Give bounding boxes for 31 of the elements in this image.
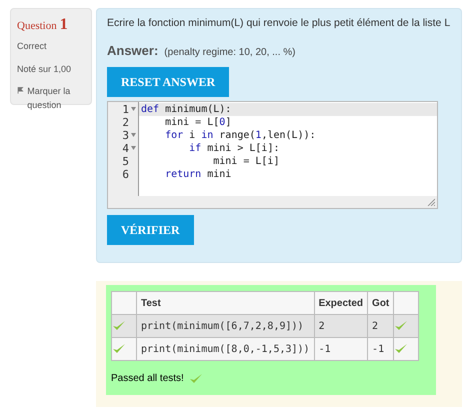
column-header: Test	[136, 292, 314, 314]
line-number: 1	[122, 102, 129, 116]
code-line: def minimum(L):	[140, 102, 232, 116]
code-line: if mini > L[i]:	[188, 142, 280, 154]
expected-cell: -1	[314, 338, 368, 360]
line-number: 3	[122, 128, 129, 142]
code-line: mini = L[i]	[212, 154, 280, 168]
question-number: 1	[60, 15, 68, 35]
fold-arrow-icon[interactable]	[130, 133, 136, 137]
penalty-text: (penalty regime: 10, 20, ... %)	[164, 46, 296, 60]
line-number: 5	[122, 154, 129, 168]
test-cell: print(minimum([8,0,-1,5,3]))	[136, 338, 314, 360]
code-line: mini = L[0]	[164, 116, 232, 128]
line-number: 2	[122, 116, 129, 128]
answer-label: Answer:	[107, 42, 158, 60]
code-line: for i in range(1,len(L)):	[164, 128, 316, 142]
resize-handle-icon[interactable]	[427, 198, 435, 206]
question-label: Question	[17, 19, 57, 34]
line-number: 4	[122, 142, 129, 154]
flag-link[interactable]: Marquer la question	[27, 84, 85, 112]
line-number: 6	[122, 168, 129, 180]
status-text: Correct	[17, 40, 48, 53]
grade-text: Noté sur 1,00	[17, 62, 72, 76]
question-text: Ecrire la fonction minimum(L) qui renvoie le plus petit élément de la liste L	[107, 16, 451, 31]
code-editor[interactable]: 1 2 3 4 5 6 def minimum(L): mini = L[0] for i in range(1,len(L)): if mini > L[i]: mini = L[i] return mini	[107, 100, 438, 208]
fold-arrow-icon[interactable]	[130, 107, 136, 111]
fold-arrow-icon[interactable]	[130, 146, 136, 150]
code-line: return mini	[164, 168, 232, 180]
flag-icon[interactable]	[17, 85, 24, 95]
summary-text: Passed all tests!	[111, 372, 184, 386]
got-cell: -1	[368, 338, 394, 360]
